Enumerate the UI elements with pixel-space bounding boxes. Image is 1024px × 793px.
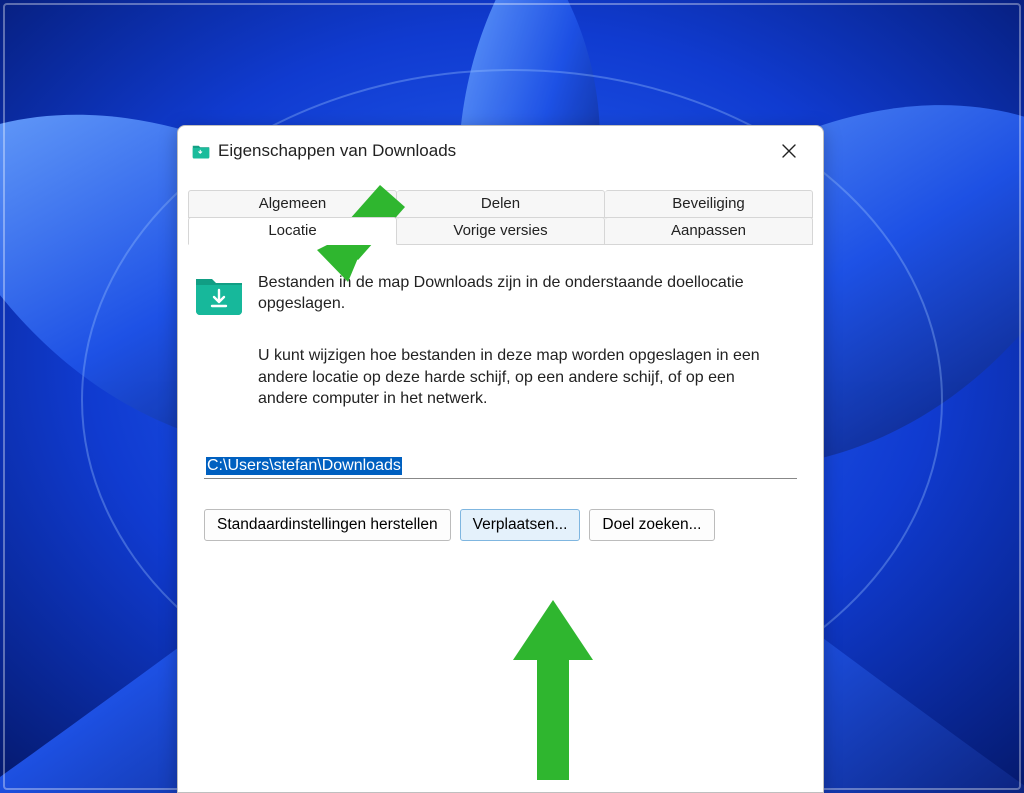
folder-icon — [192, 143, 210, 159]
button-row: Standaardinstellingen herstellen Verplaa… — [204, 509, 797, 541]
description-secondary: U kunt wijzigen hoe bestanden in deze ma… — [258, 345, 768, 410]
description-primary: Bestanden in de map Downloads zijn in de… — [258, 273, 807, 315]
titlebar: Eigenschappen van Downloads — [178, 126, 823, 170]
tab-vorige-versies[interactable]: Vorige versies — [397, 217, 605, 245]
tab-aanpassen[interactable]: Aanpassen — [605, 217, 813, 245]
desktop: Eigenschappen van Downloads Algemeen Del… — [0, 0, 1024, 793]
tab-algemeen[interactable]: Algemeen — [188, 190, 397, 218]
location-path-value: C:\Users\stefan\Downloads — [206, 457, 402, 475]
tab-content: Bestanden in de map Downloads zijn in de… — [178, 245, 823, 541]
tab-beveiliging[interactable]: Beveiliging — [605, 190, 813, 218]
properties-dialog: Eigenschappen van Downloads Algemeen Del… — [177, 125, 824, 793]
tab-locatie[interactable]: Locatie — [188, 217, 397, 245]
tab-delen[interactable]: Delen — [397, 190, 605, 218]
move-button[interactable]: Verplaatsen... — [460, 509, 581, 541]
location-path-input[interactable]: C:\Users\stefan\Downloads — [204, 454, 797, 479]
tabs: Algemeen Delen Beveiliging Locatie Vorig… — [178, 170, 823, 245]
find-target-button[interactable]: Doel zoeken... — [589, 509, 714, 541]
window-title: Eigenschappen van Downloads — [218, 141, 769, 161]
restore-defaults-button[interactable]: Standaardinstellingen herstellen — [204, 509, 451, 541]
close-button[interactable] — [769, 137, 809, 165]
downloads-folder-icon — [194, 273, 244, 315]
close-icon — [781, 143, 797, 159]
path-field-row: C:\Users\stefan\Downloads — [204, 454, 797, 479]
